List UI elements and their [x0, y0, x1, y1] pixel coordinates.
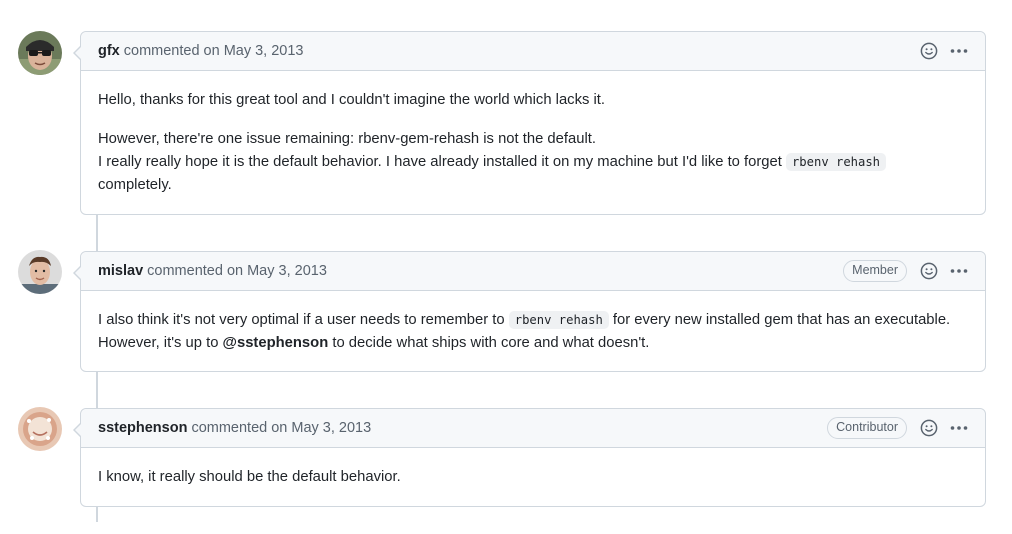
- comment-author[interactable]: gfx: [98, 43, 120, 59]
- smiley-icon: [920, 419, 938, 437]
- kebab-horizontal-icon: [950, 426, 968, 430]
- smiley-icon: [920, 262, 938, 280]
- comment-card: sstephenson commented on May 3, 2013 Con…: [73, 408, 986, 507]
- comment-author[interactable]: sstephenson: [98, 420, 187, 436]
- smiley-icon: [920, 42, 938, 60]
- comment-timestamp[interactable]: commented on May 3, 2013: [147, 263, 327, 279]
- avatar[interactable]: [18, 31, 62, 75]
- comment-paragraph: I also think it's not very optimal if a …: [98, 309, 968, 355]
- avatar[interactable]: [18, 407, 62, 451]
- role-badge: Member: [843, 260, 907, 282]
- comment-body: I know, it really should be the default …: [81, 448, 985, 505]
- comment-options-button[interactable]: [949, 41, 969, 61]
- comment-actions: [919, 41, 969, 61]
- comment-body: I also think it's not very optimal if a …: [81, 291, 985, 371]
- comment-paragraph: Hello, thanks for this great tool and I …: [98, 92, 605, 108]
- comment-text: I also think it's not very optimal if a …: [98, 312, 509, 328]
- comment-header: sstephenson commented on May 3, 2013 Con…: [81, 409, 985, 448]
- comment-paragraph: I know, it really should be the default …: [98, 469, 401, 485]
- user-mention-link[interactable]: @sstephenson: [223, 335, 329, 351]
- comment-header: mislav commented on May 3, 2013 Member: [81, 252, 985, 291]
- add-reaction-button[interactable]: [919, 261, 939, 281]
- comment-paragraph: However, there're one issue remaining: r…: [98, 128, 968, 197]
- kebab-horizontal-icon: [950, 269, 968, 273]
- comment-options-button[interactable]: [949, 418, 969, 438]
- comment-actions: Member: [843, 260, 969, 282]
- comment-card: gfx commented on May 3, 2013 Hello, than…: [73, 31, 986, 215]
- comment-text: completely.: [98, 177, 172, 193]
- add-reaction-button[interactable]: [919, 418, 939, 438]
- inline-code: rbenv rehash: [508, 311, 609, 329]
- avatar[interactable]: [18, 250, 62, 294]
- inline-code: rbenv rehash: [785, 153, 887, 171]
- comment-author[interactable]: mislav: [98, 263, 143, 279]
- comment-timestamp[interactable]: commented on May 3, 2013: [124, 43, 304, 59]
- comment-options-button[interactable]: [949, 261, 969, 281]
- add-reaction-button[interactable]: [919, 41, 939, 61]
- comment-text: I really really hope it is the default b…: [98, 154, 786, 170]
- comment-text: However, there're one issue remaining: r…: [98, 131, 596, 147]
- comment-card: mislav commented on May 3, 2013 Member I…: [73, 251, 986, 372]
- timeline-connector: [96, 371, 98, 408]
- role-badge: Contributor: [827, 417, 907, 439]
- avatar-gfx-icon: [18, 31, 62, 75]
- comment-actions: Contributor: [827, 417, 969, 439]
- avatar-mislav-icon: [18, 250, 62, 294]
- timeline-connector: [96, 214, 98, 251]
- comment-body: Hello, thanks for this great tool and I …: [81, 71, 985, 213]
- comment-text: to decide what ships with core and what …: [328, 335, 650, 351]
- timeline-connector: [96, 506, 98, 522]
- avatar-sstephenson-icon: [18, 407, 62, 451]
- kebab-horizontal-icon: [950, 49, 968, 53]
- comment-timestamp[interactable]: commented on May 3, 2013: [191, 420, 371, 436]
- comment-header: gfx commented on May 3, 2013: [81, 32, 985, 71]
